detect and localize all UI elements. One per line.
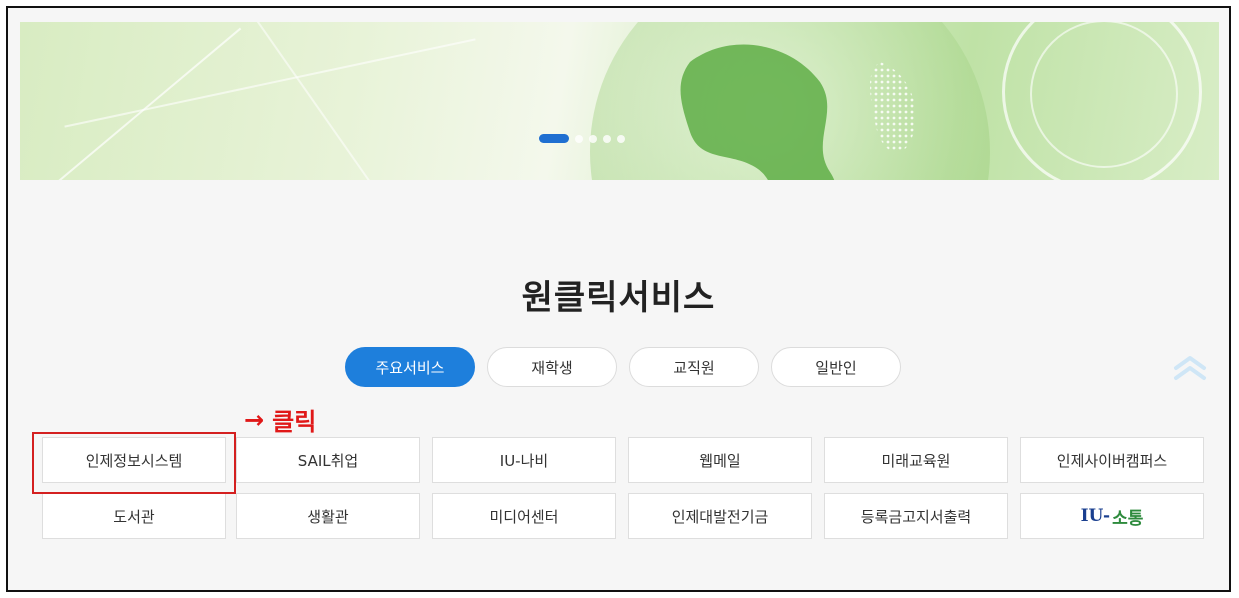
service-dormitory[interactable]: 생활관 (236, 493, 420, 539)
service-library[interactable]: 도서관 (42, 493, 226, 539)
university-seal (1002, 22, 1202, 180)
logo-hangul: 소통 (1112, 508, 1144, 529)
click-annotation: → 클릭 (244, 402, 316, 437)
double-chevron-up-icon[interactable] (1168, 352, 1212, 382)
page-frame: 원클릭서비스 주요서비스 재학생 교직원 일반인 → 클릭 인제정보시스템 SA… (6, 6, 1231, 592)
service-future-education[interactable]: 미래교육원 (824, 437, 1008, 483)
section-title: 원클릭서비스 (521, 278, 716, 318)
pager-dot[interactable] (589, 134, 597, 143)
logo-latin: IU- (1080, 506, 1111, 526)
pager-dot-active[interactable] (539, 134, 569, 143)
highlight-box (32, 432, 236, 494)
service-media-center[interactable]: 미디어센터 (432, 493, 616, 539)
arrow-right-icon: → (244, 405, 265, 434)
service-development-fund[interactable]: 인제대발전기금 (628, 493, 812, 539)
banner-ray (40, 27, 242, 180)
banner-ray (245, 22, 397, 180)
pager-dot[interactable] (575, 134, 583, 143)
tab-faculty[interactable]: 교직원 (629, 347, 759, 387)
tab-students[interactable]: 재학생 (487, 347, 617, 387)
service-iu-nabi[interactable]: IU-나비 (432, 437, 616, 483)
service-cyber-campus[interactable]: 인제사이버캠퍼스 (1020, 437, 1204, 483)
tab-main-services[interactable]: 주요서비스 (345, 347, 475, 387)
service-tabs: 주요서비스 재학생 교직원 일반인 (345, 347, 901, 387)
service-webmail[interactable]: 웹메일 (628, 437, 812, 483)
click-annotation-label: 클릭 (272, 408, 317, 436)
service-sail-job[interactable]: SAIL취업 (236, 437, 420, 483)
globe-graphic (590, 22, 990, 180)
banner-ray (64, 38, 476, 128)
hero-banner (20, 22, 1219, 180)
pager-dot[interactable] (617, 134, 625, 143)
tab-public[interactable]: 일반인 (771, 347, 901, 387)
iu-sotong-logo: IU- 소통 (1081, 504, 1144, 529)
service-tuition-bill-print[interactable]: 등록금고지서출력 (824, 493, 1008, 539)
pager-dot[interactable] (603, 134, 611, 143)
service-iu-sotong[interactable]: IU- 소통 (1020, 493, 1204, 539)
banner-pager[interactable] (539, 134, 625, 143)
